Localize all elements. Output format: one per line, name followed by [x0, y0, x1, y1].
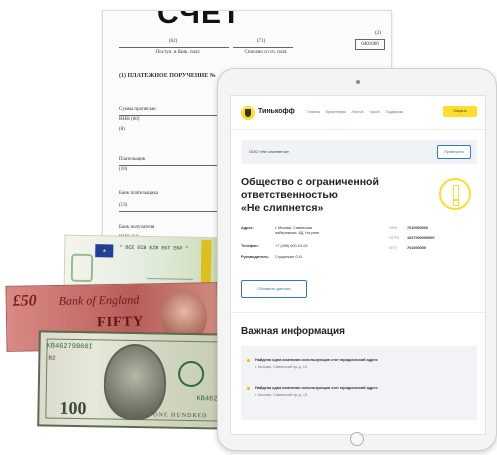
eu-flag-icon: ★ [95, 244, 114, 258]
document-heading: СЧЕТ [157, 10, 242, 30]
kpp-value: 701000000 [407, 246, 427, 250]
nav-item-accounting[interactable]: Бухгалтерия [326, 110, 346, 114]
home-button[interactable] [350, 432, 364, 446]
update-data-button[interactable]: Обновить данные [241, 280, 307, 298]
company-name-line: Общество с ограниченной [241, 176, 379, 188]
nav-item-personal[interactable]: Личный [351, 110, 363, 114]
main-nav: Главная Бухгалтерия Личный Чужой Поддерж… [307, 110, 408, 114]
code-62: (62) [168, 39, 178, 44]
form-code-label: (2) [375, 31, 381, 36]
doc-field: (13) [119, 203, 128, 208]
address-value-line2: набережная, 8Д, На реке [275, 231, 320, 235]
phone-value: +7 (495) 000-01-00 [275, 244, 308, 248]
euro-ornament [70, 253, 94, 283]
doc-field: Сумма прописью [119, 107, 156, 112]
tablet-screen: Тинькофф Главная Бухгалтерия Личный Чужо… [230, 95, 486, 435]
pound-denomination: £50 [12, 292, 37, 310]
warning-icon [439, 178, 471, 210]
section-divider [231, 312, 485, 313]
open-account-button[interactable]: Открыть [443, 106, 477, 117]
doc-field: (8) [119, 127, 125, 132]
address-label: Адрес: [241, 226, 254, 230]
pound-bank-name: Bank of England [58, 292, 140, 308]
head-label: Руководитель: [241, 255, 270, 259]
doc-field: (10) [119, 167, 128, 172]
info-item-address: г. Москва, Савинский пр-д, 13 [255, 365, 308, 369]
document-rule [233, 47, 293, 48]
phone-label: Телефон: [241, 244, 259, 248]
label-received: Поступ. в банк. плат. [155, 50, 201, 55]
camera-icon [356, 80, 360, 84]
euro-signature [146, 257, 202, 280]
check-button[interactable]: Проверить [437, 145, 471, 159]
nav-item-other[interactable]: Чужой [369, 110, 379, 114]
bullet-icon [247, 359, 250, 362]
label-debited: Списано со сч. плат. [244, 50, 288, 55]
dollar-portrait [103, 343, 167, 421]
company-name: Общество с ограниченной ответственностью… [241, 176, 401, 215]
dollar-serial-small: B2 [48, 354, 56, 362]
dollar-denomination: 100 [59, 397, 87, 419]
form-number: 0401060 [355, 39, 385, 50]
kpp-label: КПП [389, 246, 397, 250]
bullet-icon [247, 387, 250, 390]
logo-text[interactable]: Тинькофф [258, 108, 295, 115]
code-71: (71) [256, 39, 266, 44]
inn-label: ИНН [389, 226, 398, 230]
info-item-address: г. Москва, Савинский пр-д, 13 [255, 393, 308, 397]
important-info-heading: Важная информация [241, 326, 345, 337]
doc-field: Банк плательщика [119, 191, 158, 196]
inn-value: 7010000000 [407, 226, 429, 230]
euro-serial: * BCE ECB EZB EKT EKP * [119, 244, 189, 252]
ogrn-label: ОГРН [389, 236, 400, 240]
document-title: (1) ПЛАТЕЖНОЕ ПОРУЧЕНИЕ № [119, 73, 216, 79]
site-header: Тинькофф Главная Бухгалтерия Личный Чужо… [231, 96, 485, 130]
nav-item-home[interactable]: Главная [307, 110, 320, 114]
info-item-title: Найдена одна компания использующая этот … [255, 386, 378, 390]
tinkoff-logo-icon[interactable] [241, 106, 255, 120]
doc-field: Плательщик [119, 157, 146, 162]
doc-field: ИНН (60) [119, 117, 140, 122]
document-rule [119, 47, 229, 48]
dollar-banknote: KB46279860I B2 KB4627 100 ONE HUNDRED [37, 330, 229, 430]
nav-item-support[interactable]: Поддержка [385, 110, 403, 114]
important-info-panel: Найдена одна компания использующая этот … [241, 346, 477, 420]
info-item-title: Найдена одна компания использующая этот … [255, 358, 378, 362]
company-search: ООО «Не слипнется» Проверить [241, 140, 477, 164]
tablet-device: Тинькофф Главная Бухгалтерия Личный Чужо… [217, 68, 497, 451]
dollar-bottom-text: ONE HUNDRED [153, 412, 208, 420]
pound-fifty: FIFTY [96, 314, 145, 331]
dollar-serial-left: KB46279860I [46, 342, 93, 352]
head-value: Сгущенкин О.В. [275, 255, 303, 259]
ogrn-value: 1027000000000 [407, 236, 435, 240]
doc-field: Банк получателя [119, 225, 155, 230]
company-name-line: ответственностью [241, 189, 338, 201]
company-search-input[interactable]: ООО «Не слипнется» [249, 149, 289, 154]
company-name-line: «Не слипнется» [241, 202, 324, 214]
